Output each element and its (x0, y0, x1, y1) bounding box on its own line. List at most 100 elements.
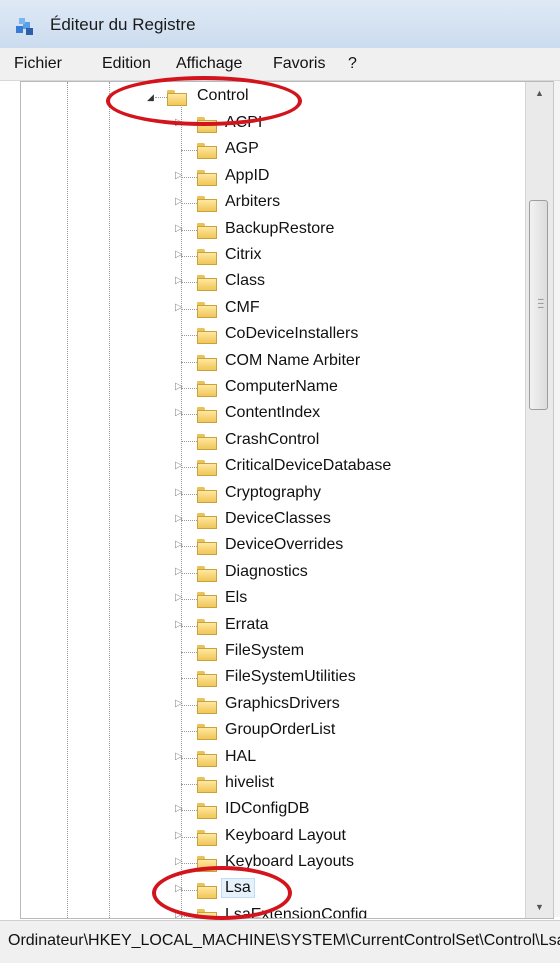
tree-node[interactable]: ▷ ComputerName (21, 375, 521, 401)
menu-help[interactable]: ? (348, 55, 357, 73)
window-title: Éditeur du Registre (50, 15, 196, 34)
tree-node[interactable]: ▷ BackupRestore (21, 217, 521, 243)
expand-arrow-icon[interactable]: ▷ (175, 223, 185, 234)
tree-node[interactable]: ▷ LsaExtensionConfig (21, 903, 521, 919)
tree-node[interactable]: COM Name Arbiter (21, 349, 521, 375)
tree-node[interactable]: FileSystemUtilities (21, 665, 521, 691)
expand-arrow-icon[interactable]: ▷ (175, 487, 185, 498)
expand-arrow-icon[interactable]: ▷ (175, 804, 185, 814)
tree-node[interactable]: ▷ CMF (21, 296, 521, 322)
tree-node[interactable]: ▷ DeviceClasses (21, 507, 521, 533)
tree-connector (175, 435, 185, 445)
tree-node-label: CriticalDeviceDatabase (225, 457, 392, 475)
tree-node[interactable]: ▷ GraphicsDrivers (21, 692, 521, 718)
tree-node[interactable]: ▷ Arbiters (21, 190, 521, 216)
tree-connector (175, 329, 185, 339)
tree-node[interactable]: ▷ Keyboard Layout (21, 824, 521, 850)
grip-icon: – – – (538, 294, 544, 313)
tree-node-label: HAL (225, 747, 257, 765)
expand-arrow-icon[interactable]: ▷ (175, 408, 185, 418)
scroll-up-button[interactable]: ▲ (526, 82, 553, 104)
tree-connector (175, 672, 185, 682)
folder-icon (197, 273, 217, 292)
tree-node[interactable]: ▷ HAL (21, 745, 521, 771)
tree-node[interactable]: ▷ Class (21, 269, 521, 295)
expand-arrow-icon[interactable]: ▷ (175, 461, 185, 471)
tree-node[interactable]: hivelist (21, 771, 521, 797)
folder-icon (197, 722, 217, 741)
expand-arrow-icon[interactable]: ▷ (175, 382, 185, 392)
expand-arrow-icon[interactable]: ▷ (175, 593, 185, 603)
menu-edition[interactable]: Edition (102, 55, 151, 73)
scrollbar-thumb[interactable]: – – – (529, 200, 548, 410)
vertical-scrollbar[interactable]: ▲ – – – ▼ (525, 82, 553, 918)
tree-node[interactable]: ▷ DeviceOverrides (21, 533, 521, 559)
expand-arrow-icon[interactable]: ▷ (175, 514, 185, 524)
expand-arrow-icon[interactable]: ▷ (175, 751, 185, 762)
tree-node[interactable]: ▷ Keyboard Layouts (21, 850, 521, 876)
tree-node-label: GraphicsDrivers (225, 694, 340, 712)
tree-node-label: Arbiters (225, 193, 281, 211)
tree-node[interactable]: ▷ Citrix (21, 243, 521, 269)
folder-icon (197, 485, 217, 503)
tree-node-label: Cryptography (225, 483, 322, 501)
tree-node[interactable]: ▷ Cryptography (21, 481, 521, 507)
tree-node[interactable]: ▷ Els (21, 586, 521, 612)
folder-icon (197, 749, 217, 767)
expand-arrow-icon[interactable]: ▷ (175, 170, 185, 181)
status-path: Ordinateur\HKEY_LOCAL_MACHINE\SYSTEM\Cur… (8, 932, 560, 949)
tree-node-label: CoDeviceInstallers (225, 325, 359, 343)
tree-node[interactable]: ▷ AppID (21, 164, 521, 190)
tree-node[interactable]: ▷ ACPI (21, 111, 521, 137)
tree-node[interactable]: ▷ Errata (21, 613, 521, 639)
tree-node-control[interactable]: ◢ Control (21, 82, 521, 112)
folder-icon (197, 168, 217, 186)
tree-node-label: Class (225, 272, 266, 290)
scroll-down-button[interactable]: ▼ (526, 896, 553, 918)
folder-icon (197, 300, 217, 318)
collapse-arrow-icon[interactable]: ◢ (147, 92, 154, 103)
expand-arrow-icon[interactable]: ▷ (175, 276, 185, 286)
menu-affichage[interactable]: Affichage (176, 55, 242, 73)
folder-icon (197, 141, 217, 160)
tree-node-label: GroupOrderList (225, 721, 336, 739)
tree-node-label: AppID (225, 166, 270, 184)
folder-icon (197, 326, 217, 345)
expand-arrow-icon[interactable]: ▷ (175, 566, 185, 577)
tree-node[interactable]: FileSystem (21, 639, 521, 665)
tree-node[interactable]: AGP (21, 137, 521, 163)
tree-node[interactable]: ▷ Lsa (21, 877, 521, 903)
expand-arrow-icon[interactable]: ▷ (175, 302, 185, 313)
expand-arrow-icon[interactable]: ▷ (175, 857, 185, 867)
tree-node[interactable]: CoDeviceInstallers (21, 322, 521, 348)
tree-node-label: Errata (225, 615, 269, 633)
expand-arrow-icon[interactable]: ▷ (175, 883, 185, 894)
tree-node-label: Control (197, 87, 249, 104)
folder-icon (197, 115, 217, 133)
regedit-icon (16, 18, 33, 35)
expand-arrow-icon[interactable]: ▷ (175, 619, 185, 630)
tree-node-label: CMF (225, 298, 260, 316)
menu-favoris[interactable]: Favoris (273, 55, 325, 73)
menu-fichier[interactable]: Fichier (14, 55, 62, 73)
tree-node-label: ContentIndex (225, 404, 321, 422)
expand-arrow-icon[interactable]: ▷ (175, 250, 185, 260)
expand-arrow-icon[interactable]: ▷ (175, 910, 185, 919)
expand-arrow-icon[interactable]: ▷ (175, 118, 185, 128)
expand-arrow-icon[interactable]: ▷ (175, 540, 185, 550)
expand-arrow-icon[interactable]: ▷ (175, 698, 185, 709)
folder-icon (197, 854, 217, 873)
tree-node[interactable]: ▷ ContentIndex (21, 401, 521, 427)
tree-node[interactable]: CrashControl (21, 428, 521, 454)
expand-arrow-icon[interactable]: ▷ (175, 197, 185, 207)
tree-node[interactable]: ▷ CriticalDeviceDatabase (21, 454, 521, 480)
folder-icon (197, 537, 217, 556)
tree-node[interactable]: ▷ IDConfigDB (21, 797, 521, 823)
folder-icon (197, 669, 217, 688)
tree-node[interactable]: GroupOrderList (21, 718, 521, 744)
tree-node[interactable]: ▷ Diagnostics (21, 560, 521, 586)
values-pane-edge (553, 81, 560, 917)
folder-icon (197, 194, 217, 213)
folder-icon (197, 405, 217, 424)
expand-arrow-icon[interactable]: ▷ (175, 830, 185, 841)
